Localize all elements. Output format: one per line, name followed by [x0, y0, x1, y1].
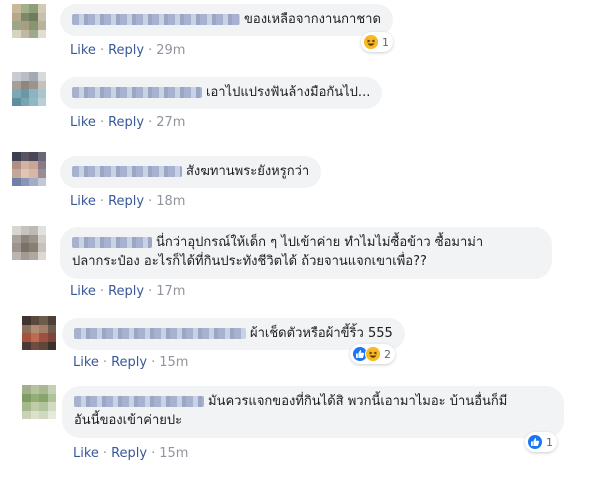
avatar[interactable]	[22, 385, 56, 419]
avatar[interactable]	[12, 4, 46, 38]
reaction-summary[interactable]: 2	[350, 344, 395, 364]
comment-bubble: นี่กว่าอุปกรณ์ให้เด็ก ๆ ไปเข้าค่าย ทำไมไ…	[60, 227, 552, 279]
comment-text: ผ้าเช็ดตัวหรือผ้าขี้ริ้ว 555	[250, 326, 393, 341]
reaction-count: 1	[546, 435, 553, 449]
author-name[interactable]	[72, 166, 182, 177]
separator: ·	[148, 284, 153, 299]
comment-text: ของเหลือจากงานกาชาด	[244, 12, 381, 27]
author-name[interactable]	[72, 237, 152, 248]
like-link[interactable]: Like	[70, 194, 96, 209]
comment-bubble: เอาไปแปรงฟันล้างมือกันไป...	[60, 77, 383, 109]
comment-text-line-1: มันควรแจกของที่กินได้สิ พวกนี้เอามาไมอะ …	[208, 394, 508, 409]
comment-bubble: มันควรแจกของที่กินได้สิ พวกนี้เอามาไมอะ …	[62, 386, 564, 438]
comment-text-line-1: นี่กว่าอุปกรณ์ให้เด็ก ๆ ไปเข้าค่าย ทำไมไ…	[156, 235, 484, 250]
comment-actions: Like · Reply · 27m	[70, 115, 185, 131]
comment-actions: Like · Reply · 15m	[73, 446, 188, 462]
comment-bubble: ของเหลือจากงานกาชาด	[60, 4, 393, 36]
avatar[interactable]	[12, 152, 46, 186]
timestamp[interactable]: 15m	[159, 355, 188, 370]
separator: ·	[99, 43, 105, 58]
comment-text: เอาไปแปรงฟันล้างมือกันไป...	[206, 85, 371, 100]
separator: ·	[99, 194, 105, 209]
like-link[interactable]: Like	[70, 115, 96, 130]
author-name[interactable]	[74, 396, 204, 407]
reply-link[interactable]: Reply	[111, 355, 147, 370]
reaction-count: 2	[384, 347, 391, 361]
separator: ·	[151, 446, 156, 461]
like-link[interactable]: Like	[70, 284, 96, 299]
separator: ·	[102, 355, 108, 370]
author-name[interactable]	[72, 87, 202, 98]
avatar[interactable]	[12, 226, 46, 260]
reply-link[interactable]: Reply	[111, 446, 147, 461]
avatar[interactable]	[12, 72, 46, 106]
reply-link[interactable]: Reply	[108, 115, 144, 130]
like-icon	[527, 434, 543, 450]
avatar[interactable]	[22, 316, 56, 350]
reaction-summary[interactable]: 1	[525, 432, 557, 452]
timestamp[interactable]: 17m	[156, 284, 185, 299]
comment-text: สังฆทานพระยังหรูกว่า	[186, 164, 310, 179]
haha-icon	[365, 346, 381, 362]
reply-link[interactable]: Reply	[108, 284, 144, 299]
separator: ·	[151, 355, 156, 370]
like-link[interactable]: Like	[73, 446, 99, 461]
haha-icon	[363, 34, 379, 50]
author-name[interactable]	[72, 14, 240, 25]
reaction-count: 1	[382, 35, 389, 49]
comment-actions: Like · Reply · 17m	[70, 284, 185, 300]
separator: ·	[148, 43, 153, 58]
timestamp[interactable]: 27m	[156, 115, 185, 130]
comment-actions: Like · Reply · 15m	[73, 355, 188, 371]
separator: ·	[99, 115, 105, 130]
like-link[interactable]: Like	[73, 355, 99, 370]
reaction-summary[interactable]: 1	[361, 32, 393, 52]
comment-actions: Like · Reply · 18m	[70, 194, 185, 210]
separator: ·	[99, 284, 105, 299]
comment-actions: Like · Reply · 29m	[70, 43, 185, 59]
comment-text-line-2: อันนี้ของเข้าค่ายปะ	[74, 413, 183, 428]
comment-text-line-2: ปลากระป๋อง อะไรก็ได้ที่กินประทังชีวิตได้…	[72, 254, 427, 269]
timestamp[interactable]: 29m	[156, 43, 185, 58]
like-link[interactable]: Like	[70, 43, 96, 58]
separator: ·	[148, 115, 153, 130]
reply-link[interactable]: Reply	[108, 194, 144, 209]
author-name[interactable]	[74, 328, 246, 339]
separator: ·	[102, 446, 108, 461]
timestamp[interactable]: 18m	[156, 194, 185, 209]
reply-link[interactable]: Reply	[108, 43, 144, 58]
comment-bubble: สังฆทานพระยังหรูกว่า	[60, 156, 322, 188]
separator: ·	[148, 194, 153, 209]
timestamp[interactable]: 15m	[159, 446, 188, 461]
